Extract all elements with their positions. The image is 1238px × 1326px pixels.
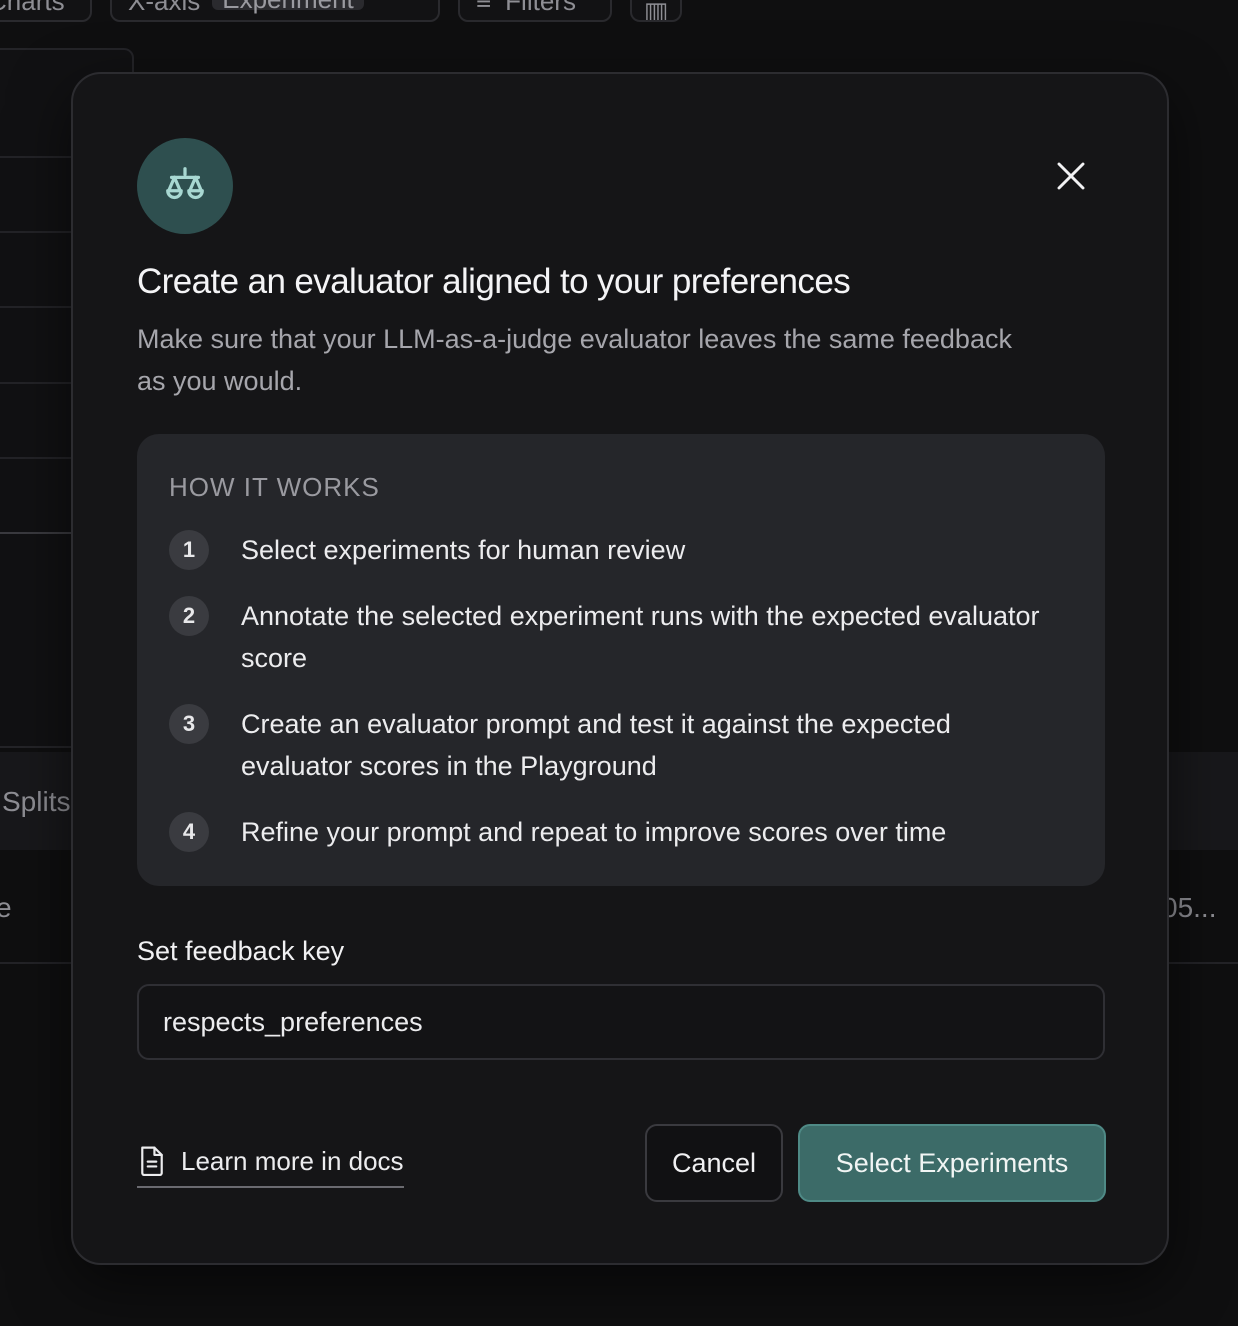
step-number: 2 — [169, 596, 209, 636]
how-it-works-heading: HOW IT WORKS — [169, 472, 380, 502]
modal-subtitle: Make sure that your LLM-as-a-judge evalu… — [137, 324, 1012, 396]
row-cell-left: e — [0, 892, 12, 923]
step-text: Create an evaluator prompt and test it a… — [241, 709, 951, 781]
step-text: Select experiments for human review — [241, 535, 686, 565]
feedback-key-input[interactable] — [137, 984, 1105, 1060]
charts-button[interactable]: Charts — [0, 0, 92, 22]
close-icon — [1057, 162, 1085, 190]
step-number: 4 — [169, 812, 209, 852]
filters-button[interactable]: ≡ Filters — [458, 0, 612, 22]
scale-icon — [166, 167, 204, 200]
how-it-works-panel: HOW IT WORKS 1 Select experiments for hu… — [137, 434, 1105, 886]
learn-more-docs-link[interactable]: Learn more in docs — [137, 1142, 404, 1188]
charts-label: Charts — [0, 0, 65, 16]
columns-icon: ▥ — [643, 0, 669, 22]
feedback-key-label: Set feedback key — [137, 936, 345, 966]
step-text: Refine your prompt and repeat to improve… — [241, 817, 947, 847]
step-number: 3 — [169, 704, 209, 744]
app-background: Charts X-axis Experiment ≡ Filters ▥ Spl… — [0, 0, 1238, 1326]
evaluator-badge — [137, 138, 233, 234]
step-item: 1 Select experiments for human review — [169, 530, 1069, 571]
document-icon — [141, 1146, 163, 1177]
close-button[interactable] — [1041, 146, 1101, 206]
modal-title: Create an evaluator aligned to your pref… — [137, 262, 851, 301]
divider — [0, 156, 72, 158]
divider — [0, 532, 72, 534]
xaxis-label: X-axis — [128, 0, 201, 16]
step-item: 2 Annotate the selected experiment runs … — [169, 596, 1069, 679]
create-evaluator-modal: Create an evaluator aligned to your pref… — [71, 72, 1169, 1265]
divider — [0, 306, 72, 308]
splits-header: Splits — [2, 786, 71, 817]
cancel-button[interactable]: Cancel — [645, 1124, 783, 1202]
xaxis-value: Experiment — [212, 0, 364, 12]
step-text: Annotate the selected experiment runs wi… — [241, 601, 1040, 673]
select-experiments-button[interactable]: Select Experiments — [798, 1124, 1106, 1202]
filters-label: Filters — [505, 0, 576, 16]
step-number: 1 — [169, 530, 209, 570]
xaxis-selector[interactable]: X-axis Experiment — [110, 0, 440, 22]
columns-button[interactable]: ▥ — [630, 0, 682, 22]
step-item: 3 Create an evaluator prompt and test it… — [169, 704, 1069, 787]
step-item: 4 Refine your prompt and repeat to impro… — [169, 812, 1069, 853]
filter-icon: ≡ — [476, 0, 492, 16]
docs-link-label: Learn more in docs — [181, 1145, 404, 1176]
divider — [0, 457, 72, 459]
divider — [0, 382, 72, 384]
divider — [0, 231, 72, 233]
row-cell-right: 05... — [1162, 892, 1217, 923]
